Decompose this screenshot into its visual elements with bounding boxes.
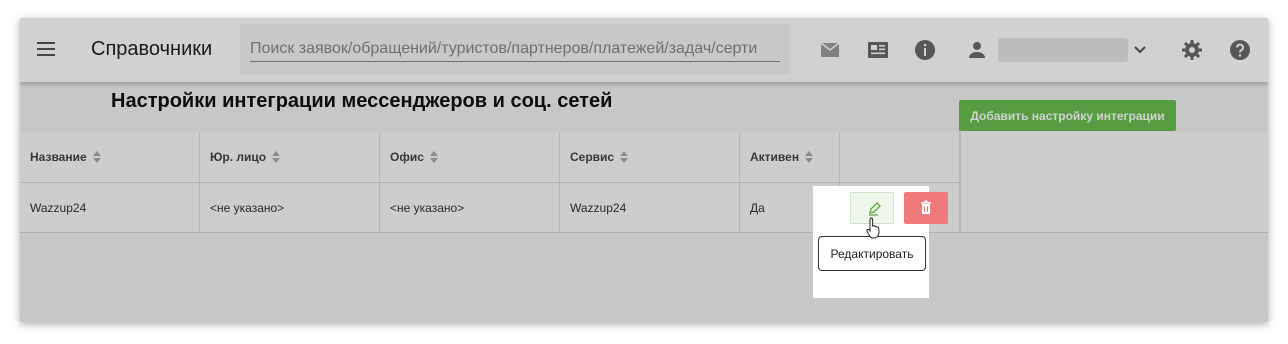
sort-icon xyxy=(620,151,629,163)
search-box xyxy=(240,24,790,74)
user-icon[interactable] xyxy=(965,38,989,62)
app-title: Справочники xyxy=(91,38,213,60)
sort-icon xyxy=(92,151,101,163)
column-header-legal-entity[interactable]: Юр. лицо xyxy=(200,132,380,182)
table-header: Название Юр. лицо Офис Сервис Активен xyxy=(20,132,960,183)
column-header-office[interactable]: Офис xyxy=(380,132,560,182)
sort-icon xyxy=(429,151,438,163)
hamburger-menu-icon[interactable] xyxy=(34,38,62,62)
sort-icon xyxy=(805,151,814,163)
cell-name: Wazzup24 xyxy=(20,183,200,232)
info-icon[interactable] xyxy=(913,38,937,62)
hand-cursor-icon xyxy=(866,217,880,239)
mail-icon[interactable] xyxy=(818,38,842,62)
cell-legal-entity: <не указано> xyxy=(200,183,380,232)
top-app-bar: Справочники xyxy=(20,18,1268,82)
delete-button[interactable] xyxy=(904,192,948,224)
add-integration-button[interactable]: Добавить настройку интеграции xyxy=(959,100,1176,131)
gear-icon[interactable] xyxy=(1180,38,1204,62)
actions-highlight: Редактировать xyxy=(813,186,948,298)
help-icon[interactable] xyxy=(1228,38,1252,62)
cell-service: Wazzup24 xyxy=(560,183,740,232)
page-title: Настройки интеграции мессенджеров и соц.… xyxy=(111,90,613,112)
table-empty-area xyxy=(960,132,1268,233)
column-header-name[interactable]: Название xyxy=(20,132,200,182)
chevron-down-icon[interactable] xyxy=(1130,40,1150,60)
search-input[interactable] xyxy=(250,36,780,62)
cell-office: <не указано> xyxy=(380,183,560,232)
news-icon[interactable] xyxy=(866,38,890,62)
column-header-service[interactable]: Сервис xyxy=(560,132,740,182)
trash-icon xyxy=(921,200,931,214)
user-name-field[interactable] xyxy=(998,38,1128,62)
column-header-active[interactable]: Активен xyxy=(740,132,840,182)
edit-tooltip: Редактировать xyxy=(818,236,926,271)
app-window: Справочники Поиск заявок/обращений/турис… xyxy=(20,18,1268,322)
column-header-actions xyxy=(840,132,960,182)
sort-icon xyxy=(272,151,281,163)
